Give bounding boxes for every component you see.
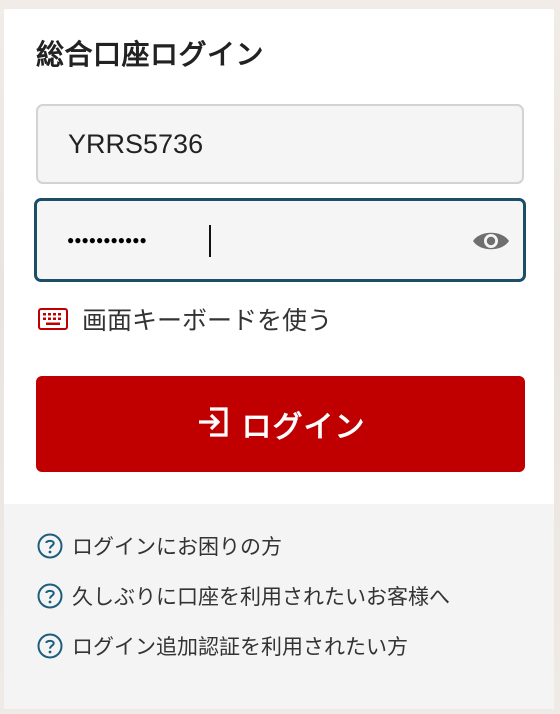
- help-link-trouble-login[interactable]: ログインにお困りの方: [36, 530, 282, 562]
- user-id-input[interactable]: [68, 106, 448, 182]
- user-id-field[interactable]: [36, 104, 524, 184]
- password-input[interactable]: [67, 201, 447, 279]
- screen-keyboard-link[interactable]: 画面キーボードを使う: [38, 302, 332, 336]
- help-link-label: 久しぶりに口座を利用されたいお客様へ: [72, 585, 450, 609]
- eye-icon[interactable]: [469, 221, 513, 261]
- question-circle-icon: [36, 582, 64, 610]
- login-arrow-icon: [196, 404, 232, 444]
- help-section: ログインにお困りの方 久しぶりに口座を利用されたいお客様へ ログイン追加認証を利…: [4, 504, 554, 709]
- screen-keyboard-label: 画面キーボードを使う: [82, 306, 333, 335]
- login-card: 総合口座ログイン YRRS5736 ●●●●●●●●●●● 画面キーボードを使う…: [4, 9, 554, 709]
- question-circle-icon: [36, 532, 64, 560]
- help-link-label: ログイン追加認証を利用されたい方: [72, 635, 408, 659]
- question-circle-icon: [36, 632, 64, 660]
- help-link-additional-auth[interactable]: ログイン追加認証を利用されたい方: [36, 630, 408, 662]
- keyboard-icon: [38, 307, 70, 331]
- help-link-label: ログインにお困りの方: [72, 535, 282, 559]
- login-button[interactable]: ログイン: [36, 376, 525, 472]
- password-field[interactable]: [34, 198, 526, 282]
- login-button-label: ログイン: [241, 410, 366, 445]
- page-title: 総合口座ログイン: [36, 38, 265, 71]
- text-caret: [209, 225, 211, 257]
- help-link-long-absence[interactable]: 久しぶりに口座を利用されたいお客様へ: [36, 580, 450, 612]
